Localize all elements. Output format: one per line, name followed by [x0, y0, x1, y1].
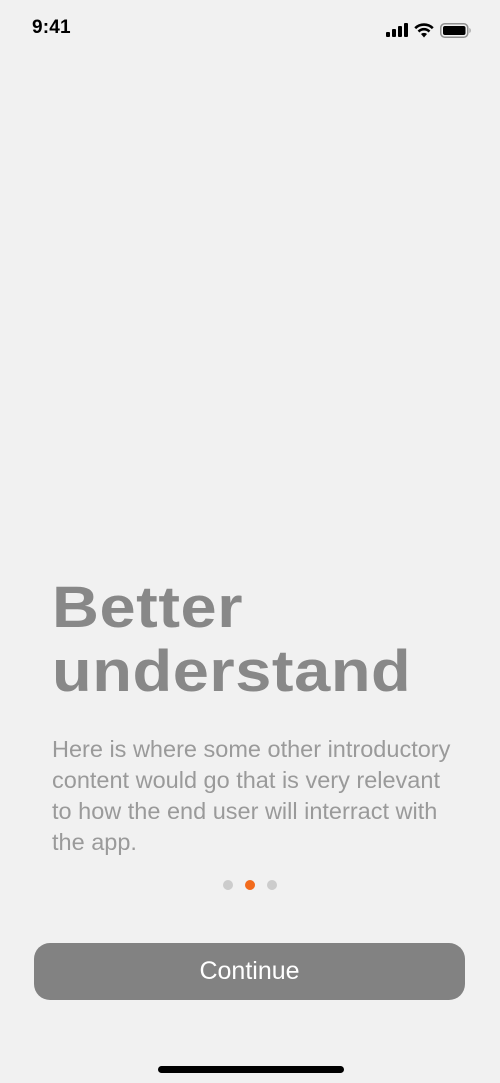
status-bar: 9:41	[0, 0, 500, 60]
headline-line-1: Better	[52, 575, 244, 640]
page-indicator	[0, 880, 500, 890]
onboarding-headline: Better understand	[52, 576, 500, 704]
page-dot-1[interactable]	[223, 880, 233, 890]
signal-icon	[386, 23, 408, 37]
battery-icon	[440, 22, 472, 38]
headline-line-2: understand	[52, 639, 412, 704]
status-icons	[386, 20, 472, 40]
continue-button[interactable]: Continue	[34, 943, 465, 1000]
status-time: 9:41	[32, 17, 71, 38]
onboarding-description: Here is where some other introductory co…	[52, 736, 451, 855]
home-indicator[interactable]	[158, 1066, 344, 1073]
wifi-icon	[414, 22, 434, 38]
page-dot-2[interactable]	[245, 880, 255, 890]
page-dot-3[interactable]	[267, 880, 277, 890]
